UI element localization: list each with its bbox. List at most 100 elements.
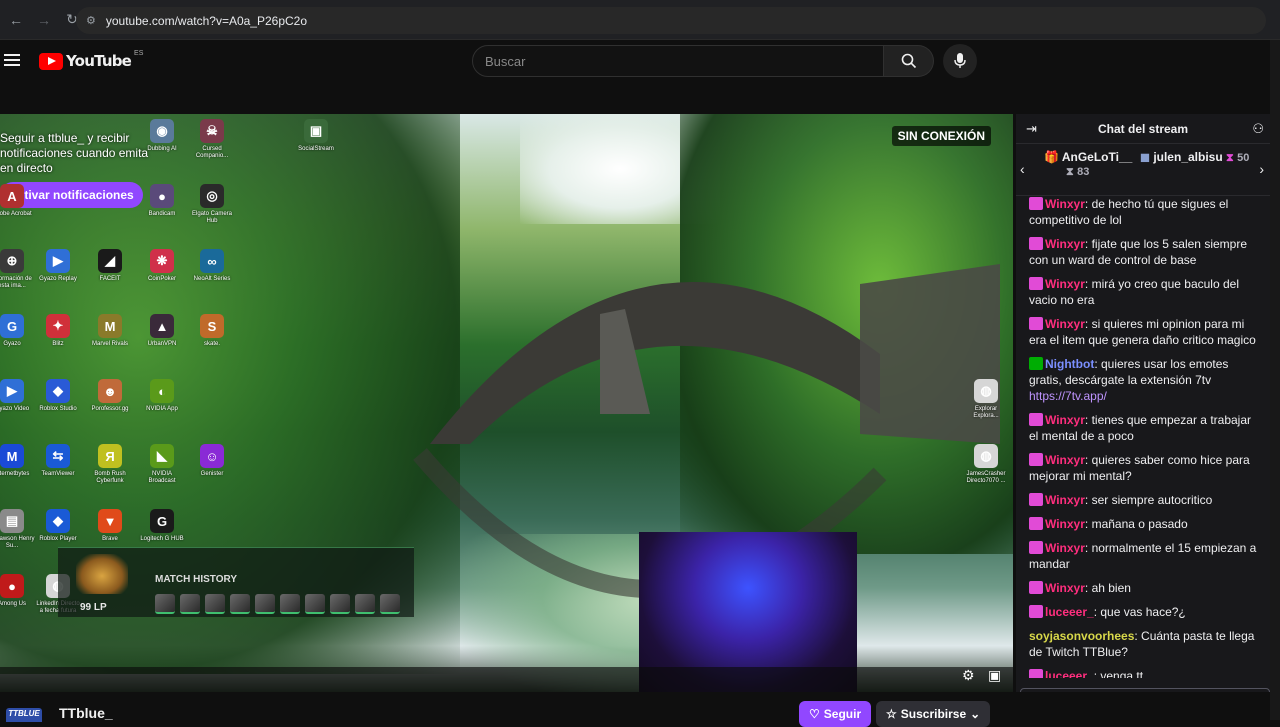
- chat-message[interactable]: Winxyr: de hecho tú que sigues el compet…: [1016, 196, 1270, 228]
- desktop-icon[interactable]: ☻ Porofessor.gg: [86, 379, 134, 413]
- desktop-icon[interactable]: M Internetbytes: [0, 444, 36, 478]
- sub-badge-icon[interactable]: [1029, 357, 1043, 370]
- desktop-icon[interactable]: ❋ CoinPoker: [138, 249, 186, 283]
- chat-username[interactable]: Winxyr: [1045, 493, 1085, 507]
- collapse-chat-icon[interactable]: ⇥: [1026, 121, 1037, 137]
- chat-message[interactable]: Winxyr: tienes que empezar a trabajar el…: [1016, 412, 1270, 444]
- desktop-icon[interactable]: ◎ Elgato Camera Hub: [188, 184, 236, 225]
- chat-message[interactable]: Winxyr: normalmente el 15 empiezan a man…: [1016, 540, 1270, 572]
- gifter-2[interactable]: ◼ julen_albisu ⧗ 50: [1140, 150, 1249, 165]
- sub-badge-icon[interactable]: [1029, 541, 1043, 554]
- chat-message[interactable]: Nightbot: quieres usar los emotes gratis…: [1016, 356, 1270, 404]
- desktop-icon[interactable]: G Gyazo: [0, 314, 36, 348]
- search-button[interactable]: [884, 45, 934, 77]
- desktop-icon-label: Bandicam: [148, 211, 176, 217]
- chat-message[interactable]: Winxyr: mirá yo creo que baculo del vaci…: [1016, 276, 1270, 308]
- chat-message[interactable]: Winxyr: quieres saber como hice para mej…: [1016, 452, 1270, 484]
- chat-username[interactable]: Winxyr: [1045, 277, 1085, 291]
- chat-username[interactable]: soyjasonvoorhees: [1029, 629, 1134, 643]
- chat-username[interactable]: Winxyr: [1045, 413, 1085, 427]
- sub-badge-icon[interactable]: [1029, 581, 1043, 594]
- desktop-icon[interactable]: ▲ UrbanVPN: [138, 314, 186, 348]
- sub-badge-icon[interactable]: [1029, 605, 1043, 618]
- page-scrollbar[interactable]: [1270, 40, 1280, 720]
- voice-search-button[interactable]: [943, 44, 977, 78]
- video-player[interactable]: Seguir a ttblue_ y recibir notificacione…: [0, 114, 1013, 692]
- address-bar[interactable]: ⚙ youtube.com/watch?v=A0a_P26pC2o: [76, 7, 1266, 34]
- back-icon[interactable]: ←: [4, 8, 28, 32]
- menu-icon[interactable]: [4, 54, 20, 68]
- chat-username[interactable]: luceeer_: [1045, 669, 1094, 678]
- desktop-icon[interactable]: ⊕ Información de esta ima...: [0, 249, 36, 290]
- desktop-icon[interactable]: ▤ & Dawson Henry Su...: [0, 509, 36, 550]
- youtube-header: YouTube ES: [0, 40, 1280, 100]
- chat-link[interactable]: https://7tv.app/: [1029, 389, 1107, 403]
- chat-message[interactable]: soyjasonvoorhees: Cuánta pasta te llega …: [1016, 628, 1270, 660]
- desktop-icon[interactable]: ◐ NVIDIA App: [138, 379, 186, 413]
- desktop-icon[interactable]: Sskate.: [188, 314, 236, 348]
- desktop-icon[interactable]: ◉ Dubbing AI: [138, 119, 186, 153]
- desktop-icon[interactable]: ☠ Cursed Companio...: [188, 119, 236, 160]
- chat-messages[interactable]: Winxyr: de hecho tú que sigues el compet…: [1016, 196, 1270, 678]
- chat-message[interactable]: luceeer_: venga tt: [1016, 668, 1270, 678]
- desktop-icon[interactable]: ⇆ TeamViewer: [34, 444, 82, 478]
- desktop-icon[interactable]: ◍ JamesCrasher Directo7070 ...: [962, 444, 1010, 485]
- chat-message[interactable]: Winxyr: ser siempre autocritico: [1016, 492, 1270, 508]
- sub-badge-icon[interactable]: [1029, 237, 1043, 250]
- site-info-icon[interactable]: ⚙: [86, 14, 96, 27]
- desktop-icon-label: Genister: [200, 471, 224, 477]
- desktop-icon[interactable]: ▼ Brave: [86, 509, 134, 543]
- desktop-icon[interactable]: ▶ Gyazo Replay: [34, 249, 82, 283]
- chat-message[interactable]: Winxyr: mañana o pasado: [1016, 516, 1270, 532]
- desktop-icon[interactable]: ◣ NVIDIA Broadcast: [138, 444, 186, 485]
- follow-button[interactable]: ♡ Seguir: [799, 701, 872, 727]
- gear-icon[interactable]: ⚙: [962, 667, 975, 684]
- desktop-icon[interactable]: ◍ Explorar Explora...: [962, 379, 1010, 420]
- chat-username[interactable]: Nightbot: [1045, 357, 1094, 371]
- search-input[interactable]: [472, 45, 884, 77]
- sub-badge-icon[interactable]: [1029, 453, 1043, 466]
- desktop-icon[interactable]: ▶ Gyazo Video: [0, 379, 36, 413]
- chat-username[interactable]: Winxyr: [1045, 197, 1085, 211]
- chat-username[interactable]: Winxyr: [1045, 317, 1085, 331]
- chevron-left-icon[interactable]: ‹: [1020, 161, 1025, 177]
- desktop-icon[interactable]: ▣ SocialStream: [292, 119, 340, 153]
- youtube-logo[interactable]: YouTube ES: [39, 50, 143, 70]
- sub-badge-icon[interactable]: [1029, 317, 1043, 330]
- sub-badge-icon[interactable]: [1029, 197, 1043, 210]
- desktop-icon[interactable]: ● Among Us: [0, 574, 36, 608]
- community-icon[interactable]: ⚇: [1252, 121, 1264, 137]
- chat-username[interactable]: Winxyr: [1045, 517, 1085, 531]
- desktop-icon[interactable]: ◆ Roblox Player: [34, 509, 82, 543]
- desktop-icon[interactable]: ∞ NeoAlt Series: [188, 249, 236, 283]
- sub-badge-icon[interactable]: [1029, 517, 1043, 530]
- sub-badge-icon[interactable]: [1029, 493, 1043, 506]
- desktop-icon[interactable]: G Logitech G HUB: [138, 509, 186, 543]
- gifter-1[interactable]: 🎁 AnGeLoTi__ ⧗ 83: [1044, 150, 1132, 179]
- chevron-right-icon[interactable]: ›: [1259, 161, 1264, 177]
- forward-icon[interactable]: →: [32, 8, 56, 32]
- sub-badge-icon[interactable]: [1029, 669, 1043, 678]
- theater-mode-icon[interactable]: ▣: [988, 667, 1001, 684]
- chat-username[interactable]: Winxyr: [1045, 581, 1085, 595]
- chat-username[interactable]: Winxyr: [1045, 453, 1085, 467]
- chat-message[interactable]: Winxyr: fijate que los 5 salen siempre c…: [1016, 236, 1270, 268]
- desktop-icon[interactable]: Я Bomb Rush Cyberfunk: [86, 444, 134, 485]
- sub-badge-icon[interactable]: [1029, 413, 1043, 426]
- chat-username[interactable]: Winxyr: [1045, 237, 1085, 251]
- desktop-icon[interactable]: ◢ FACEIT: [86, 249, 134, 283]
- chat-message[interactable]: Winxyr: ah bien: [1016, 580, 1270, 596]
- desktop-icon[interactable]: ✦ Blitz: [34, 314, 82, 348]
- desktop-icon[interactable]: A Adobe Acrobat: [0, 184, 36, 218]
- subscribe-button[interactable]: ☆ Suscribirse ⌄: [876, 701, 991, 727]
- desktop-icon[interactable]: ☺ Genister: [188, 444, 236, 478]
- desktop-icon[interactable]: M Marvel Rivals: [86, 314, 134, 348]
- desktop-icon[interactable]: ◆ Roblox Studio: [34, 379, 82, 413]
- chat-username[interactable]: Winxyr: [1045, 541, 1085, 555]
- chat-username[interactable]: luceeer_: [1045, 605, 1094, 619]
- chat-message[interactable]: Winxyr: si quieres mi opinion para mi er…: [1016, 316, 1270, 348]
- desktop-icon[interactable]: ● Bandicam: [138, 184, 186, 218]
- channel-name[interactable]: TTblue_: [59, 705, 113, 721]
- chat-message[interactable]: luceeer_: que vas hace?¿: [1016, 604, 1270, 620]
- sub-badge-icon[interactable]: [1029, 277, 1043, 290]
